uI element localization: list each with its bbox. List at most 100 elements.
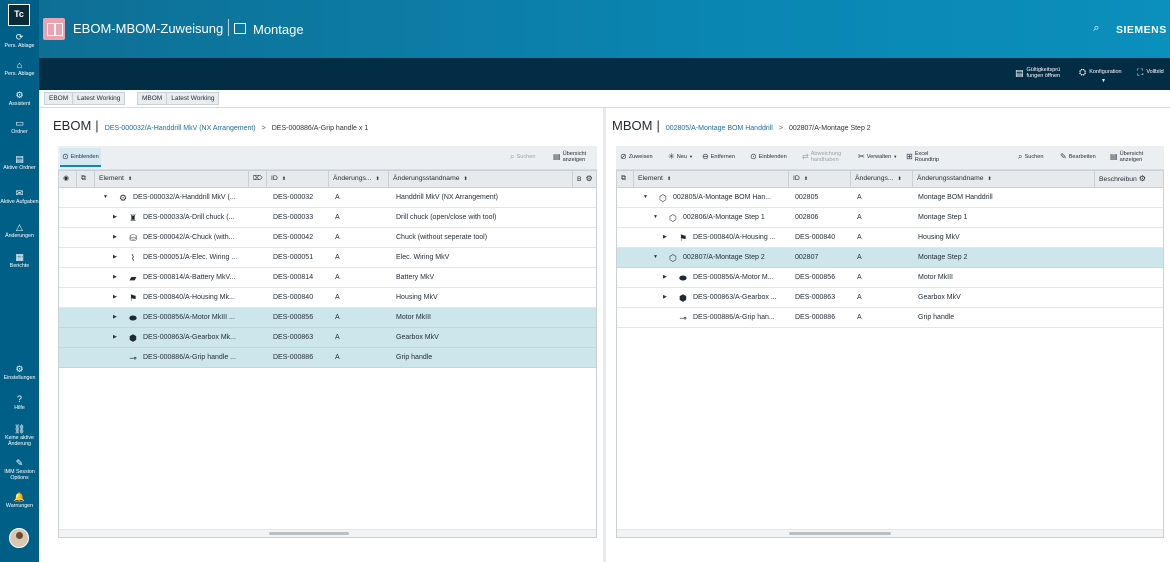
remove-button[interactable]: ⊖ Entfernen [702, 153, 735, 161]
mbom-breadcrumb-root[interactable]: 002805/A-Montage BOM Handdrill [666, 125, 773, 132]
expand-icon[interactable]: ▶ [663, 228, 667, 247]
scroll-thumb[interactable] [789, 532, 891, 535]
column-chooser-icon[interactable]: ⧉ [617, 171, 634, 187]
edit-button[interactable]: ✎ Bearbeiten [1060, 153, 1096, 161]
table-row[interactable]: ▶ ⬬ DES-000856/A-Motor MkIII ... DES-000856… [59, 308, 596, 328]
column-header-element[interactable]: Element ⬍ [634, 171, 789, 187]
table-row[interactable]: ⊸ DES-000886/A-Grip han... DES-000886 A Grip… [617, 308, 1163, 328]
table-row[interactable]: ▼ ⬡ 002806/A-Montage Step 1 002806 A Montage … [617, 208, 1163, 228]
user-avatar[interactable] [9, 528, 29, 548]
cell-change: A [857, 214, 862, 221]
expand-icon[interactable]: ▶ [113, 248, 117, 267]
chuck-part-icon: ⛁ [129, 233, 137, 243]
table-row[interactable]: ▶ ⌇ DES-000051/A-Elec. Wiring ... DES-00005… [59, 248, 596, 268]
mbom-search-button[interactable]: ⌕ Suchen [1018, 153, 1043, 161]
column-filter-icon[interactable]: ⌦ [249, 171, 267, 187]
table-row[interactable]: ▶ ⬢ DES-000863/A-Gearbox Mk... DES-000863 A G… [59, 328, 596, 348]
rail-item-2[interactable]: ⚙ Assistent [0, 90, 39, 107]
expand-icon[interactable]: ▶ [113, 208, 117, 227]
column-header-id[interactable]: ID ⬍ [267, 171, 329, 187]
rail-item-12[interactable]: 🔔 Warnungen [0, 492, 39, 509]
expand-icon[interactable]: ▶ [663, 268, 667, 287]
rail-item-5[interactable]: ✉ Aktive Aufgaben [0, 188, 39, 205]
scroll-thumb[interactable] [269, 532, 349, 535]
table-row[interactable]: ▶ ⬢ DES-000863/A-Gearbox ... DES-000863 A Gea… [617, 288, 1163, 308]
column-header-change[interactable]: Änderungs... ⬍ [851, 171, 913, 187]
column-header-extra[interactable]: B ⚙ [573, 171, 598, 187]
table-row[interactable]: ▶ ⬬ DES-000856/A-Motor M... DES-000856 A Moto… [617, 268, 1163, 288]
ebom-horizontal-scrollbar[interactable] [59, 529, 596, 537]
ebom-breadcrumb-root[interactable]: DES-000032/A-Handdrill MkV (NX Arrangeme… [105, 125, 256, 132]
collapse-icon[interactable]: ▼ [653, 208, 658, 227]
rail-item-7[interactable]: ▦ Berichte [0, 252, 39, 269]
fullscreen-button[interactable]: ⛶ Vollbild [1137, 68, 1164, 77]
rail-item-label: Warnungen [5, 503, 34, 509]
left-nav-rail: Tc ⟳ Pers. Ablage ⌂ Pers. Ablage ⚙ Assistent ▭… [0, 0, 39, 562]
rail-item-8[interactable]: ⚙ Einstellungen [0, 364, 39, 381]
deviation-button[interactable]: ⇄ Abweichung handhaben [802, 151, 845, 163]
table-row[interactable]: ▶ ⚑ DES-000840/A-Housing ... DES-000840 A Hou… [617, 228, 1163, 248]
column-header-id[interactable]: ID ⬍ [789, 171, 851, 187]
mbom-breadcrumb-current[interactable]: 002807/A-Montage Step 2 [789, 125, 871, 132]
table-row[interactable]: ▼ ⬡ 002807/A-Montage Step 2 002807 A Montage … [617, 248, 1163, 268]
ebom-search-button[interactable]: ⌕ Suchen [510, 153, 535, 161]
column-header-element[interactable]: Element ⬍ [95, 171, 249, 187]
ebom-breadcrumb-current[interactable]: DES-000886/A-Grip handle x 1 [272, 125, 369, 132]
table-row[interactable]: ▶ ⚑ DES-000840/A-Housing Mk... DES-000840 A H… [59, 288, 596, 308]
cell-element: DES-000856/A-Motor M... [693, 274, 774, 281]
rail-item-1[interactable]: ⌂ Pers. Ablage [0, 60, 39, 77]
table-row[interactable]: ▶ ▰ DES-000814/A-Battery MkV... DES-000814 A… [59, 268, 596, 288]
mbom-overview-button[interactable]: ▤ Übersicht anzeigen [1110, 151, 1146, 163]
rail-item-3[interactable]: ▭ Ordner [0, 118, 39, 135]
search-icon[interactable]: ⌕ [1090, 22, 1103, 35]
mbom-revision-rule[interactable]: MBOM Latest Working [137, 92, 220, 105]
column-header-description[interactable]: Beschreibun ⚙ [1095, 171, 1165, 187]
table-row[interactable]: ▶ ♜ DES-000033/A-Drill chuck (... DES-00003… [59, 208, 596, 228]
rail-item-10[interactable]: ⛓ Keine aktive Änderung [0, 424, 39, 447]
column-chooser-icon[interactable]: ⧉ [77, 171, 95, 187]
table-row[interactable]: ⊸ DES-000886/A-Grip handle ... DES-000886 A… [59, 348, 596, 368]
table-row[interactable]: ▶ ⛁ DES-000042/A-Chuck (with... DES-000042 A… [59, 228, 596, 248]
expand-icon[interactable]: ▶ [113, 268, 117, 287]
configuration-button[interactable]: ⛭ Konfiguration ▼ [1079, 68, 1122, 85]
collapse-icon[interactable]: ▼ [653, 248, 658, 267]
column-header-revname[interactable]: Änderungsstandname ⬍ [389, 171, 573, 187]
column-header-change[interactable]: Änderungs... ⬍ [329, 171, 389, 187]
rail-item-4[interactable]: ▤ Aktive Ordner [0, 154, 39, 171]
expand-icon[interactable]: ▶ [663, 288, 667, 307]
table-row[interactable]: ▼ ⬡ 002805/A-Montage BOM Han... 002805 A Mont… [617, 188, 1163, 208]
settings-icon: ⚙ [585, 174, 593, 183]
table-row[interactable]: ▼ ⚙ DES-000032/A-Handdrill MkV (... DES-000… [59, 188, 596, 208]
ebom-revision-rule[interactable]: EBOM Latest Working [44, 92, 126, 105]
teamcenter-logo[interactable]: Tc [8, 4, 30, 26]
cell-revname: Motor MkIII [396, 314, 432, 321]
ebom-overview-button[interactable]: ▤ Übersicht anzeigen [553, 151, 589, 163]
expand-icon[interactable]: ▶ [113, 328, 117, 347]
column-header-revname[interactable]: Änderungsstandname ⬍ [913, 171, 1095, 187]
rail-item-0[interactable]: ⟳ Pers. Ablage [0, 32, 39, 49]
cell-change: A [857, 314, 862, 321]
validity-icon: ▤ [1015, 68, 1024, 78]
collapse-icon[interactable]: ▼ [643, 188, 648, 207]
validity-check-button[interactable]: ▤ Gültigkeitsprü fungen öffnen [1015, 67, 1067, 79]
new-button[interactable]: ✳ Neu ▼ [668, 153, 693, 161]
assign-button[interactable]: ⊘ Zuweisen [620, 153, 653, 161]
overview-icon: ▤ [553, 152, 561, 161]
grip-icon: ⊸ [129, 353, 137, 363]
cell-element: DES-000042/A-Chuck (with... [143, 234, 235, 241]
manage-button[interactable]: ✂ Verwalten ▼ [858, 153, 897, 161]
collapse-icon[interactable]: ▼ [103, 188, 108, 207]
rail-item-11[interactable]: ✎ IMM Session Options [0, 458, 39, 481]
show-button[interactable]: ⊙ Einblenden [750, 153, 787, 161]
expand-icon[interactable]: ▶ [113, 288, 117, 307]
rail-item-label: Pers. Ablage [4, 71, 35, 77]
select-all-checkbox[interactable]: ◉ [59, 171, 77, 187]
cell-revname: Elec. Wiring MkV [396, 254, 450, 261]
expand-icon[interactable]: ▶ [113, 228, 117, 247]
expand-icon[interactable]: ▶ [113, 308, 117, 327]
excel-roundtrip-button[interactable]: ⊞ Excel Roundtrip [906, 151, 943, 163]
rail-item-6[interactable]: △ Änderungen [0, 222, 39, 239]
ebom-show-button[interactable]: ⊙ Einblenden [60, 148, 101, 167]
rail-item-9[interactable]: ? Hilfe [0, 394, 39, 411]
mbom-horizontal-scrollbar[interactable] [617, 529, 1163, 537]
